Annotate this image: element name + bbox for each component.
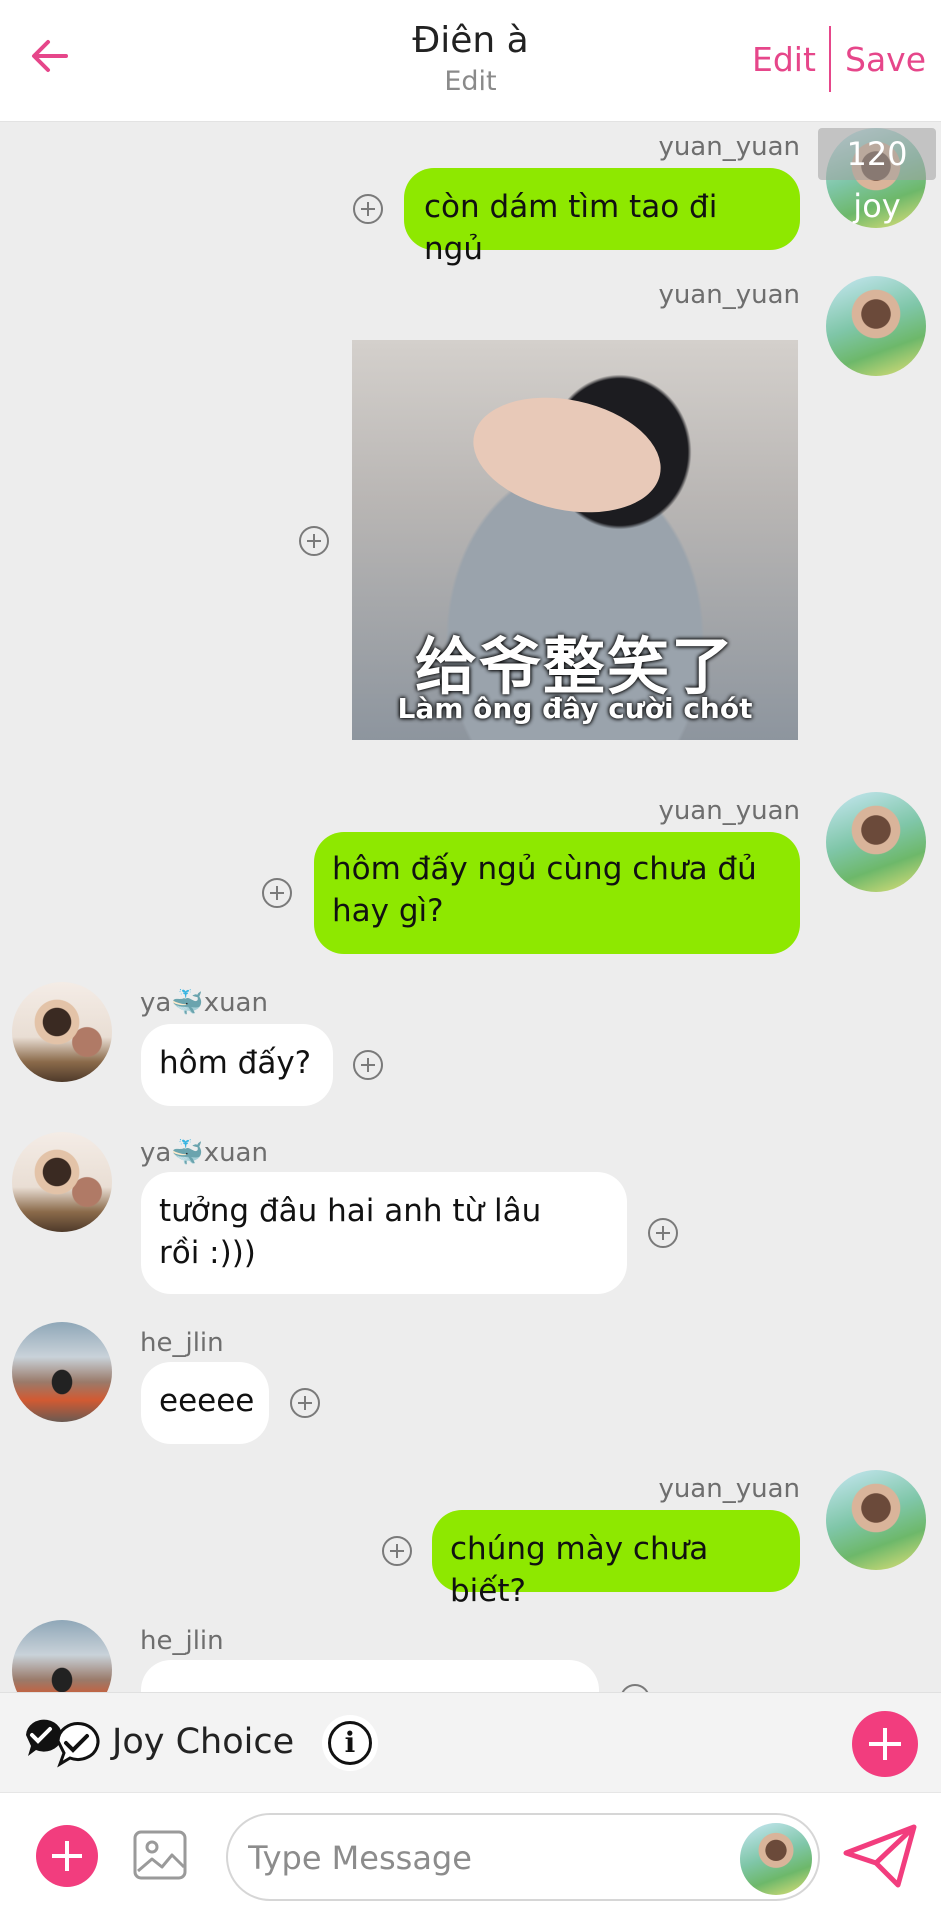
sender-name: he_jlin [140,1328,224,1358]
message-bubble[interactable]: tưởng đâu hai anh từ lâu rồi :))) [141,1172,627,1294]
message-text: hay gì? [332,893,444,929]
avatar[interactable] [826,276,926,376]
image-icon[interactable] [132,1827,188,1883]
persona-avatar[interactable] [740,1823,812,1895]
add-reaction-icon[interactable] [648,1218,678,1248]
add-reaction-icon[interactable] [262,878,292,908]
message-text: eeeee [159,1383,255,1419]
add-reaction-icon[interactable] [299,526,329,556]
chat-messages[interactable]: yuan_yuan 120 joy còn dám tìm tao đi ngủ… [0,122,941,1692]
add-reaction-icon[interactable] [353,1050,383,1080]
message-text: tưởng đâu hai anh từ lâu [159,1193,542,1229]
avatar[interactable] [12,1322,112,1422]
message-bubble[interactable]: còn dám tìm tao đi ngủ [404,168,800,267]
message-bubble[interactable]: eeeee [141,1362,269,1444]
avatar[interactable] [12,1132,112,1232]
edit-button[interactable]: Edit [752,40,816,79]
message-bubble[interactable]: hôm đấy? [141,1024,333,1106]
message-bubble[interactable]: chúng mày chưa biết? [432,1510,800,1609]
avatar[interactable] [12,982,112,1082]
add-reaction-icon[interactable] [290,1388,320,1418]
attach-plus-button[interactable] [36,1825,98,1887]
sender-name: yuan_yuan [658,132,800,162]
avatar[interactable] [826,1470,926,1570]
joy-choice-label[interactable]: Joy Choice [112,1722,294,1762]
sticker-image[interactable]: 给爷整笑了 Làm ông đây cười chót [352,340,798,740]
double-check-icon [26,1719,100,1768]
message-text: hôm đấy ngủ cùng chưa đủ [332,851,757,887]
chat-header: Điên à Edit Edit Save [0,0,941,122]
info-icon[interactable]: i [322,1715,378,1771]
add-reaction-icon[interactable] [382,1536,412,1566]
add-joy-button[interactable] [852,1711,918,1777]
chat-title-block: Điên à Edit [230,18,711,100]
chat-title[interactable]: Điên à [230,18,711,64]
header-divider [829,26,831,92]
message-text: còn dám tìm tao đi ngủ [424,189,718,267]
info-glyph: i [328,1721,372,1765]
send-icon[interactable] [842,1823,918,1889]
message-text: rồi :))) [159,1235,256,1271]
message-bubble[interactable] [141,1660,599,1692]
sender-name: yuan_yuan [658,280,800,310]
avatar[interactable] [826,792,926,892]
sender-name: yuan_yuan [658,1474,800,1504]
message-text: hôm đấy? [159,1045,312,1081]
message-composer [0,1792,941,1920]
back-arrow-icon[interactable] [28,34,72,78]
sticker-hand [462,381,672,529]
message-input[interactable] [248,1835,728,1881]
joy-balance-badge: 120 joy [818,128,936,225]
message-bubble[interactable]: hôm đấy ngủ cùng chưa đủ hay gì? [314,832,800,954]
sticker-caption-vn: Làm ông đây cười chót [397,692,753,725]
chat-subtitle[interactable]: Edit [230,64,711,100]
add-reaction-icon[interactable] [620,1684,650,1692]
message-text: chúng mày chưa biết? [450,1531,709,1609]
add-reaction-icon[interactable] [353,194,383,224]
sender-name: yuan_yuan [658,796,800,826]
message-field [226,1813,820,1901]
sender-name: ya🐳xuan [140,1138,268,1168]
save-button[interactable]: Save [845,40,926,79]
sender-name: ya🐳xuan [140,988,268,1018]
joy-choice-bar: Joy Choice i [0,1692,941,1792]
sender-name: he_jlin [140,1626,224,1656]
avatar[interactable] [12,1620,112,1692]
